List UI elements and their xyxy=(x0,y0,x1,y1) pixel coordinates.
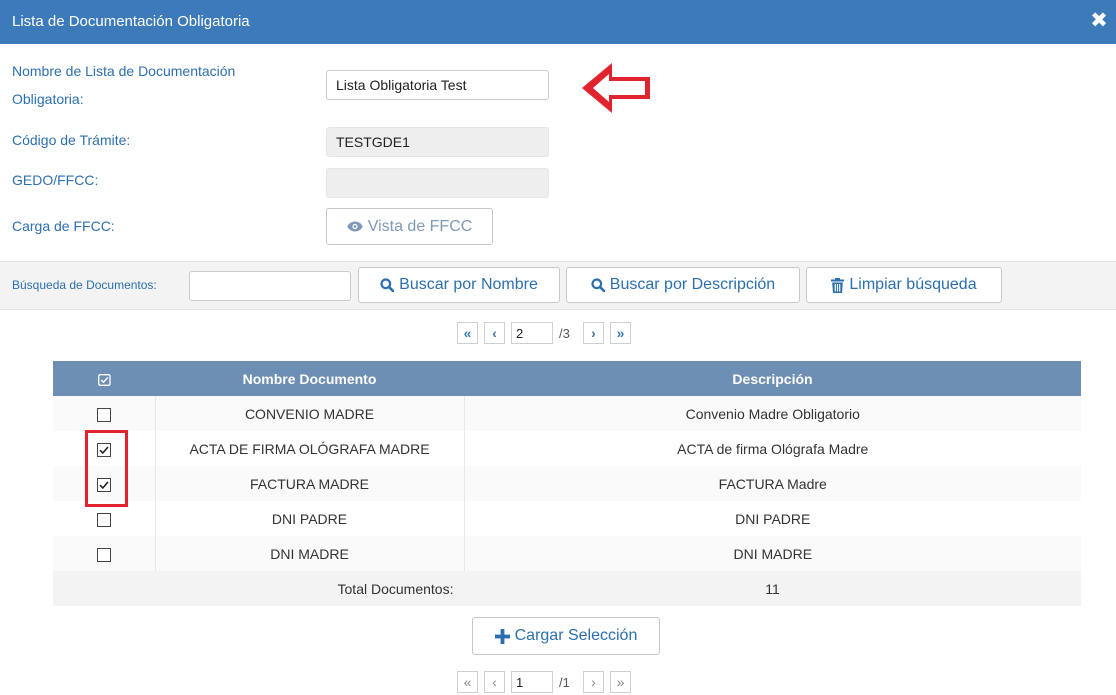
row-checkbox[interactable] xyxy=(96,547,111,562)
page-total: /3 xyxy=(559,325,570,341)
list-name-label-line2: Obligatoria: xyxy=(12,91,84,107)
documents-table: Nombre Documento Descripción CONVENIO MA… xyxy=(53,361,1081,606)
dialog-title: Lista de Documentación Obligatoria xyxy=(12,13,250,30)
last-page-button[interactable]: » xyxy=(610,671,631,693)
document-name: DNI MADRE xyxy=(155,536,465,571)
search-by-description-button[interactable]: Buscar por Descripción xyxy=(566,267,800,303)
document-name: FACTURA MADRE xyxy=(155,466,465,501)
document-name: ACTA DE FIRMA OLÓGRAFA MADRE xyxy=(155,431,465,466)
table-row: DNI MADRE DNI MADRE xyxy=(53,536,1081,571)
gedo-ffcc-field xyxy=(326,168,549,198)
page-total: /1 xyxy=(559,674,570,690)
page-number-input[interactable]: 2 xyxy=(511,322,553,344)
procedure-code-field: TESTGDE1 xyxy=(326,127,549,157)
close-icon[interactable]: ✖ xyxy=(1090,10,1108,32)
document-description: ACTA de firma Ológrafa Madre xyxy=(464,431,1081,466)
search-by-name-button[interactable]: Buscar por Nombre xyxy=(358,267,560,303)
search-icon xyxy=(591,278,605,292)
ffcc-view-button-label: Vista de FFCC xyxy=(367,217,473,235)
top-pagination: « ‹ 2 /3 › » xyxy=(457,322,631,344)
first-page-button[interactable]: « xyxy=(457,322,478,344)
previous-page-button[interactable]: ‹ xyxy=(484,671,505,693)
next-page-button[interactable]: › xyxy=(583,671,604,693)
table-header-row: Nombre Documento Descripción xyxy=(53,361,1081,396)
row-checkbox[interactable] xyxy=(96,477,111,492)
red-arrow-left xyxy=(582,63,650,113)
document-search-input[interactable] xyxy=(189,271,351,301)
select-all-header[interactable] xyxy=(53,361,155,396)
table-row: FACTURA MADRE FACTURA Madre xyxy=(53,466,1081,501)
list-name-label-line1: Nombre de Lista de Documentación xyxy=(12,63,236,79)
column-header-description: Descripción xyxy=(464,361,1081,396)
load-selection-button[interactable]: Cargar Selección xyxy=(472,617,660,655)
search-icon xyxy=(380,278,395,292)
table-row: ACTA DE FIRMA OLÓGRAFA MADRE ACTA de fir… xyxy=(53,431,1081,466)
table-row: DNI PADRE DNI PADRE xyxy=(53,501,1081,536)
clear-search-button[interactable]: Limpiar búsqueda xyxy=(806,267,1002,303)
eye-icon xyxy=(346,221,363,232)
document-name: DNI PADRE xyxy=(155,501,465,536)
page-number-input[interactable]: 1 xyxy=(511,671,553,693)
search-by-name-label: Buscar por Nombre xyxy=(399,276,538,293)
document-search-label: Búsqueda de Documentos: xyxy=(12,278,157,292)
clear-search-label: Limpiar búsqueda xyxy=(849,276,977,293)
column-header-name: Nombre Documento xyxy=(155,361,464,396)
document-description: DNI PADRE xyxy=(464,501,1081,536)
trash-icon xyxy=(831,277,845,293)
last-page-button[interactable]: » xyxy=(610,322,631,344)
document-description: FACTURA Madre xyxy=(464,466,1081,501)
total-documents-label: Total Documentos: xyxy=(53,571,464,606)
check-icon xyxy=(99,446,109,454)
bottom-pagination: « ‹ 1 /1 › » xyxy=(457,671,631,693)
procedure-code-label: Código de Trámite: xyxy=(12,132,131,148)
first-page-button[interactable]: « xyxy=(457,671,478,693)
row-checkbox[interactable] xyxy=(96,442,111,457)
ffcc-load-label: Carga de FFCC: xyxy=(12,218,115,234)
checkbox-icon xyxy=(97,373,111,386)
table-row: CONVENIO MADRE Convenio Madre Obligatori… xyxy=(53,396,1081,431)
dialog-title-bar: Lista de Documentación Obligatoria ✖ xyxy=(0,0,1116,44)
gedo-ffcc-label: GEDO/FFCC: xyxy=(12,172,99,188)
search-by-description-label: Buscar por Descripción xyxy=(609,276,776,293)
previous-page-button[interactable]: ‹ xyxy=(484,322,505,344)
plus-icon xyxy=(494,628,510,644)
row-checkbox[interactable] xyxy=(96,407,111,422)
list-name-label: Nombre de Lista de Documentación Obligat… xyxy=(12,58,235,112)
list-name-input[interactable]: Lista Obligatoria Test xyxy=(326,70,549,100)
load-selection-label: Cargar Selección xyxy=(514,627,638,644)
total-documents-value: 11 xyxy=(464,571,1081,606)
document-name: CONVENIO MADRE xyxy=(155,396,465,431)
document-description: Convenio Madre Obligatorio xyxy=(464,396,1081,431)
document-description: DNI MADRE xyxy=(464,536,1081,571)
next-page-button[interactable]: › xyxy=(583,322,604,344)
table-total-row: Total Documentos: 11 xyxy=(53,571,1081,606)
ffcc-view-button[interactable]: Vista de FFCC xyxy=(326,208,493,245)
check-icon xyxy=(99,481,109,489)
row-checkbox[interactable] xyxy=(96,512,111,527)
